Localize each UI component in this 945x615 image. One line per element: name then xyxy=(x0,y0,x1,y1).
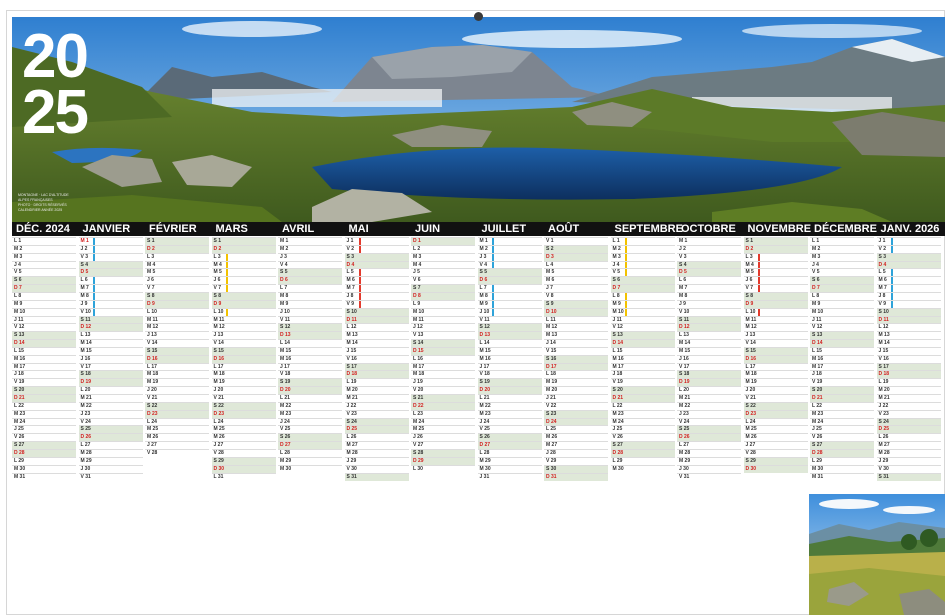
mountain-lake-illustration xyxy=(12,17,945,222)
day-row: V 31 xyxy=(78,472,143,482)
day-row: L 31 xyxy=(211,472,276,482)
month-column: M 1M 2J 3V 4S 5D 6L 7M 8M 9J 10 V 11 S 12 D… xyxy=(477,237,542,482)
month-column: L 1M 2M 3J 4V 5S 6D 7L 8M 9M 10 J 11 V 12 S… xyxy=(810,237,874,482)
month-column: S 1D 2L 3M 4M 5J 6V 7S 8D 9L 10 M 11 M 12 J… xyxy=(743,237,808,482)
calendar-grid: L 1M 2M 3J 4V 5S 6D 7L 8M 9M 10 J 11 V 12 S… xyxy=(12,237,945,482)
day-label: M 30 xyxy=(612,465,624,472)
day-label: J 31 xyxy=(479,473,490,480)
month-header: NOVEMBRE xyxy=(747,223,812,235)
month-header: JUIN xyxy=(415,223,441,235)
month-column: M 1J 2V 3S 4D 5L 6M 7M 8J 9V 10 S 11 D 12 L… xyxy=(78,237,143,482)
day-row: L 30 xyxy=(411,464,475,474)
month-header: JANV. 2026 xyxy=(880,223,940,235)
day-label: V 28 xyxy=(147,449,158,456)
day-row: S 31 xyxy=(876,472,941,481)
day-row: V 28 xyxy=(145,448,209,458)
month-header: JUILLET xyxy=(481,223,527,235)
meadow-illustration xyxy=(809,494,945,615)
month-column: L 1M 2M 3J 4V 5S 6D 7L 8M 9M 10 J 11 V 12 S… xyxy=(610,237,675,482)
credit-line: CALENDRIER ANNÉE 2025 xyxy=(18,208,63,212)
month-header: DÉC. 2024 xyxy=(16,223,70,235)
month-column: M 1M 2J 3V 4S 5D 6L 7M 8M 9J 10 V 11 S 12 D… xyxy=(278,237,342,482)
month-column: S 1D 2L 3M 4M 5J 6V 7S 8D 9L 10 M 11 M 12 J… xyxy=(211,237,276,482)
month-header: FÉVRIER xyxy=(149,223,197,235)
day-label: L 31 xyxy=(213,473,224,480)
banner-photo xyxy=(12,17,945,222)
day-label: M 31 xyxy=(14,473,26,480)
day-row: M 31 xyxy=(12,472,76,482)
day-row: V 31 xyxy=(677,472,741,482)
day-row: S 31 xyxy=(344,472,409,481)
day-row: D 31 xyxy=(544,472,608,481)
month-column: J 1V 2S 3D 4L 5M 6M 7J 8V 9S 10 D 11 L 12 M… xyxy=(344,237,409,482)
day-label: S 31 xyxy=(878,473,889,480)
day-label: V 31 xyxy=(679,473,690,480)
day-label: D 31 xyxy=(546,473,557,480)
month-header: SEPTEMBRE xyxy=(614,223,683,235)
month-column: S 1D 2L 3M 4M 5J 6V 7S 8D 9L 10 M 11 M 12 J… xyxy=(145,237,209,482)
day-label: M 30 xyxy=(280,465,292,472)
month-column: M 1J 2V 3S 4D 5L 6M 7M 8J 9V 10 S 11 D 12 L… xyxy=(677,237,741,482)
day-label: S 31 xyxy=(346,473,357,480)
month-header: MAI xyxy=(348,223,369,235)
month-header: AVRIL xyxy=(282,223,315,235)
month-column: D 1L 2M 3M 4J 5V 6S 7D 8L 9M 10 M 11 J 12 V… xyxy=(411,237,475,482)
month-header: MARS xyxy=(215,223,248,235)
day-label: L 30 xyxy=(413,465,423,472)
month-column: L 1M 2M 3J 4V 5S 6D 7L 8M 9M 10 J 11 V 12 S… xyxy=(12,237,76,482)
day-label: V 31 xyxy=(80,473,91,480)
day-row: J 31 xyxy=(477,472,542,482)
year-line-2: 25 xyxy=(22,78,89,147)
day-row: D 30 xyxy=(743,464,808,474)
day-row: M 30 xyxy=(610,464,675,474)
day-label: D 30 xyxy=(745,465,757,472)
day-label: M 31 xyxy=(812,473,824,480)
month-header: JANVIER xyxy=(82,223,131,235)
hanging-hole xyxy=(474,12,483,21)
month-header: OCTOBRE xyxy=(681,223,736,235)
day-row: M 30 xyxy=(278,464,342,474)
month-column: J 1V 2S 3D 4L 5M 6M 7J 8V 9S 10 D 11 L 12 M… xyxy=(876,237,941,482)
month-header: DÉCEMBRE xyxy=(814,223,877,235)
month-header: AOÛT xyxy=(548,223,580,235)
month-column: V 1S 2D 3L 4M 5M 6J 7V 8S 9D 10 L 11 M 12 M… xyxy=(544,237,608,482)
inset-photo xyxy=(809,494,945,615)
day-row: M 31 xyxy=(810,472,874,482)
photo-credit: MONTAGNE · LAC D'ALTITUDE ALPES FRANÇAIS… xyxy=(18,193,108,213)
year-title: 20 25 xyxy=(22,26,89,147)
